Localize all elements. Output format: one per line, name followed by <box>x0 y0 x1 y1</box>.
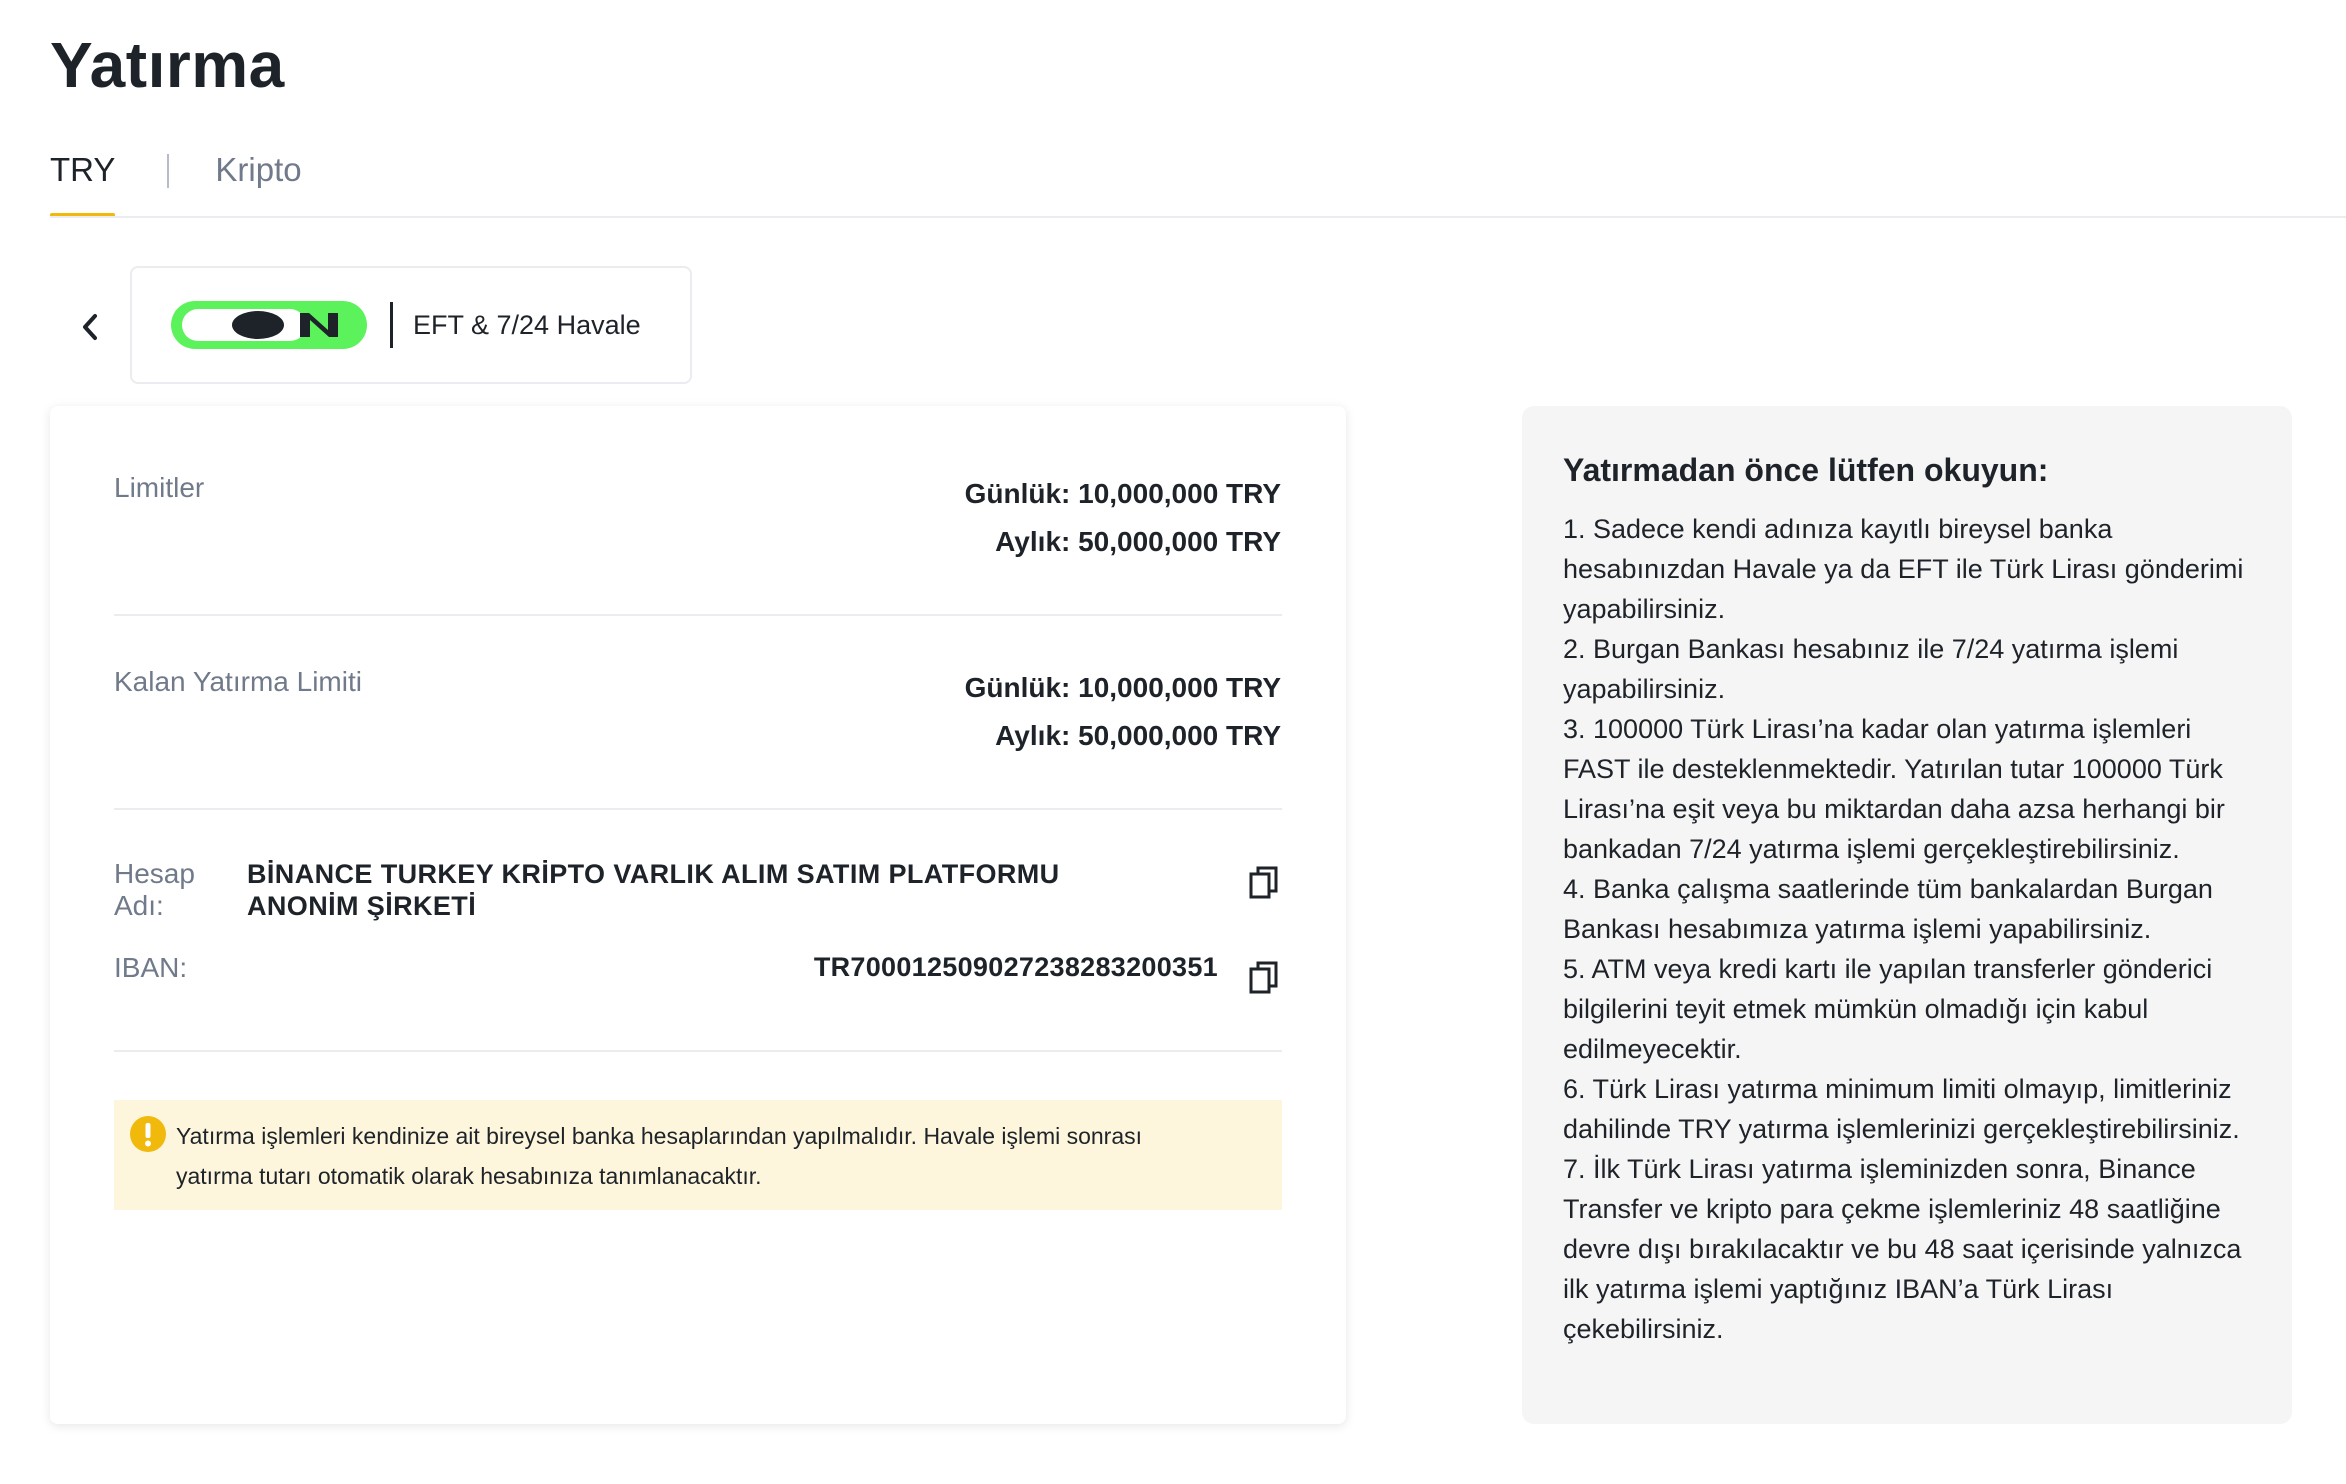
limits-daily: Günlük: 10,000,000 TRY <box>964 478 1281 509</box>
copy-icon <box>1249 961 1278 994</box>
chevron-left-icon <box>83 314 97 340</box>
notice-line-1: Yatırma işlemleri kendinize ait bireysel… <box>176 1123 1143 1149</box>
tabs-divider <box>50 216 2346 218</box>
info-title: Yatırmadan önce lütfen okuyun: <box>1563 452 2049 488</box>
info-item: 7. İlk Türk Lirası yatırma işleminizden … <box>1563 1154 2242 1344</box>
method-divider <box>390 302 393 348</box>
divider <box>114 808 1282 810</box>
info-item: 4. Banka çalışma saatlerinde tüm bankala… <box>1563 874 2213 944</box>
page-title: Yatırma <box>50 29 285 101</box>
info-item: 6. Türk Lirası yatırma minimum limiti ol… <box>1563 1074 2240 1144</box>
account-name-value: BİNANCE TURKEY KRİPTO VARLIK ALIM SATIM … <box>247 859 1060 921</box>
tab-separator <box>167 154 170 188</box>
tab-bar: TRY Kripto <box>50 150 302 218</box>
payment-method-card[interactable]: EFT & 7/24 Havale <box>130 266 692 384</box>
iban-value: TR700012509027238283200351 <box>813 952 1218 982</box>
tab-kripto[interactable]: Kripto <box>215 150 301 190</box>
account-name-label: Hesap Adı: <box>114 858 195 921</box>
remaining-monthly: Aylık: 50,000,000 TRY <box>995 720 1281 751</box>
remaining-limit-label: Kalan Yatırma Limiti <box>114 666 362 697</box>
copy-iban-button[interactable] <box>1249 960 1283 998</box>
deposit-notice: Yatırma işlemleri kendinize ait bireysel… <box>114 1100 1282 1210</box>
info-item: 5. ATM veya kredi kartı ile yapılan tran… <box>1563 954 2213 1064</box>
iban-label: IBAN: <box>114 952 188 983</box>
remaining-daily: Günlük: 10,000,000 TRY <box>964 672 1281 703</box>
info-item: 3. 100000 Türk Lirası’na kadar olan yatı… <box>1563 714 2225 864</box>
deposit-details-card: Limitler Günlük: 10,000,000 TRY Aylık: 5… <box>50 406 1346 1424</box>
limits-label: Limitler <box>114 472 205 503</box>
divider <box>114 1050 1282 1052</box>
copy-icon <box>1249 866 1278 899</box>
on-bank-logo <box>171 301 367 349</box>
method-label: EFT & 7/24 Havale <box>413 309 641 340</box>
limits-monthly: Aylık: 50,000,000 TRY <box>995 526 1281 557</box>
info-item: 1. Sadece kendi adınıza kayıtlı bireysel… <box>1563 514 2244 624</box>
info-list: 1. Sadece kendi adınıza kayıtlı bireysel… <box>1563 509 2252 1349</box>
divider <box>114 614 1282 616</box>
notice-line-2: yatırma tutarı otomatik olarak hesabınız… <box>176 1163 762 1189</box>
copy-account-name-button[interactable] <box>1249 865 1283 903</box>
info-panel: Yatırmadan önce lütfen okuyun: 1. Sadece… <box>1522 406 2292 1424</box>
info-item: 2. Burgan Bankası hesabınız ile 7/24 yat… <box>1563 634 2179 704</box>
back-button[interactable] <box>70 304 110 350</box>
exclamation-icon <box>130 1116 166 1152</box>
tab-try[interactable]: TRY <box>50 150 116 218</box>
